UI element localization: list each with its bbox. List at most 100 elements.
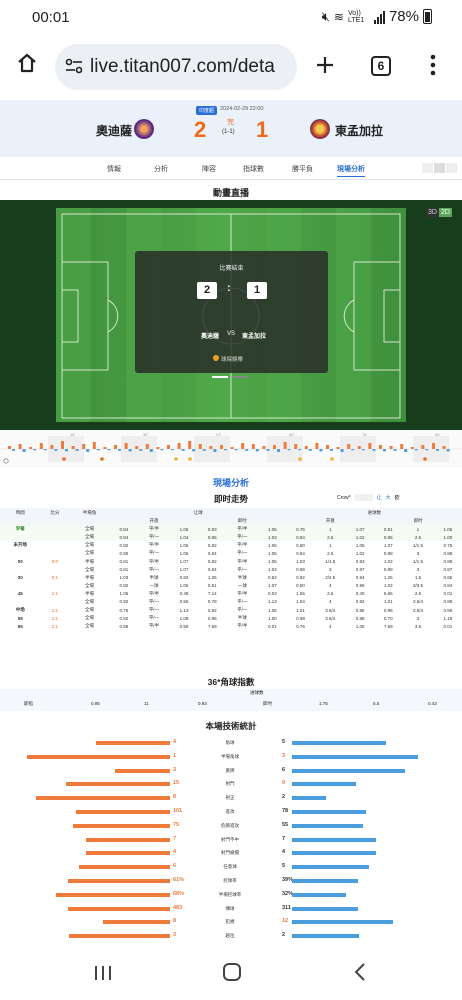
home-team-crest-icon[interactable] [134,119,154,139]
font-small-button[interactable] [422,163,433,173]
home-momentum-bar [315,443,319,449]
home-nav-icon[interactable] [222,962,242,982]
timeline-minute-label: 90' [435,432,441,437]
odds-cell [41,566,70,574]
odds-cell: 0.65 [443,575,453,581]
tab-switcher-button[interactable]: 6 [371,56,391,76]
odds-cell: 平/一 [237,566,248,572]
carousel-dot[interactable] [232,376,248,378]
away-momentum-bar [393,449,397,451]
odds-cell: 1.06 [119,591,129,597]
filter-euro-checkbox[interactable]: 欧 [395,494,400,501]
home-icon[interactable] [16,52,38,74]
timeline-start-icon [3,458,9,464]
odds-cell: 0.01 [268,623,277,629]
view-3d-button[interactable]: 3D [426,208,439,217]
away-momentum-bar [128,449,132,452]
corner-goals-header: 进球数 [250,690,264,695]
tab-info[interactable]: 情報 [107,164,121,174]
league-badge[interactable]: 印度超 [196,106,218,115]
away-stat-bar [292,741,387,745]
home-stat-value: 8 [173,794,177,801]
overlay-brand: 球探娛樂 [221,357,244,363]
home-stat-value: 7 [173,835,177,842]
odds-cell [41,525,70,533]
odds-row: 中场 1:1 全場 0.76 平/一 1.13 0.82 平/一 1.06 1.01 3.5/4 0.… [0,606,462,614]
odds-cell: 1.13 [179,607,189,613]
timeline-event-icon [100,457,104,461]
tab-tools [422,163,457,173]
away-momentum-bar [383,449,386,452]
away-stat-value: 2 [282,794,286,801]
home-momentum-bar [188,441,192,449]
carousel-dot-active[interactable] [212,376,228,378]
odds-cell: 平/半 [237,558,248,564]
home-stat-bar [65,782,170,787]
odds-cell: 0.50 [296,583,305,589]
home-momentum-bar [209,446,213,449]
odds-cell: 0.84 [443,583,453,589]
view-2d-button[interactable]: 2D [438,208,452,217]
col-half: 半場角 [82,509,97,515]
home-momentum-bar [304,446,308,449]
odds-cell: 中场 [15,607,25,613]
stat-label: 控球率 [223,878,237,883]
tab-lineup[interactable]: 陣容 [202,164,216,174]
signal-icon [373,10,385,24]
filter-handicap-checkbox[interactable]: 让 [377,494,382,501]
home-momentum-bar [71,446,75,449]
menu-icon[interactable] [430,54,436,76]
odds-cell: 0.86 [207,534,217,540]
home-momentum-bar [177,443,181,449]
away-team-name[interactable]: 東孟加拉 [335,122,383,139]
home-stat-bar [102,920,170,925]
home-stat-value: 101 [173,808,183,814]
tab-live-analysis[interactable]: 現場分析 [337,164,365,177]
stat-label: 傳球 [225,905,235,911]
odds-row: 00 0:0 半場 0.81 平/半 1.07 0.82 平/半 1.05 1.03 1/1.5 0.… [0,557,462,565]
site-settings-icon[interactable] [65,58,83,74]
odds-cell: 0.87 [355,567,365,573]
odds-cell: 全場 [85,542,95,548]
brand-logo-icon [213,355,219,361]
tab-analysis[interactable]: 分析 [154,164,168,174]
tab-corners[interactable]: 指球數 [243,164,264,174]
away-stat-bar [292,879,358,883]
new-tab-icon[interactable] [315,55,335,75]
odds-row: 全場 0.90 平/一 1.06 0.84 平/一 1.05 0.84 2.5 1.02 0.98 3… [0,549,462,557]
odds-cell: 0.82 [119,583,129,589]
recent-apps-icon[interactable] [93,964,113,982]
timeline-event-icon [298,457,302,461]
odds-cell: 2:1 [51,623,59,629]
provider-dropdown[interactable] [354,494,373,501]
away-momentum-bar [12,449,15,451]
font-large-button[interactable] [446,163,457,173]
odds-cell: 59 [17,615,23,621]
font-medium-button[interactable] [434,163,445,173]
url-text[interactable]: live.titan007.com/deta [90,56,290,78]
away-team-crest-icon[interactable] [310,119,330,139]
odds-cell: 0.84 [207,550,217,556]
view-toggle: 3D 2D [426,208,452,217]
odds-cell: 0.84 [296,534,305,540]
filter-total-checkbox[interactable]: 大 [386,494,391,501]
home-team-name[interactable]: 奧迪薩 [96,122,132,139]
away-momentum-bar [213,449,217,452]
odds-cell: 半場 [85,590,95,596]
odds-cell: 2.5 [327,591,334,597]
away-momentum-bar [22,449,26,452]
provider-select[interactable]: Crow* [337,495,351,501]
odds-cell: 全場 [85,582,95,588]
odds-cell [41,533,70,541]
odds-cell: 2.5 [327,534,334,540]
away-stat-bar [292,823,363,828]
home-stat-value: 3 [173,766,177,773]
odds-cell: 1.05 [268,526,277,532]
stat-label: 越位 [225,933,235,939]
odds-cell: 平/半 [148,558,160,564]
odds-cell [0,549,41,557]
odds-cell: 00 [17,559,23,565]
back-icon[interactable] [353,962,367,982]
odds-cell: 1.06 [355,542,365,548]
tab-1x2[interactable]: 勝平負 [292,164,313,174]
